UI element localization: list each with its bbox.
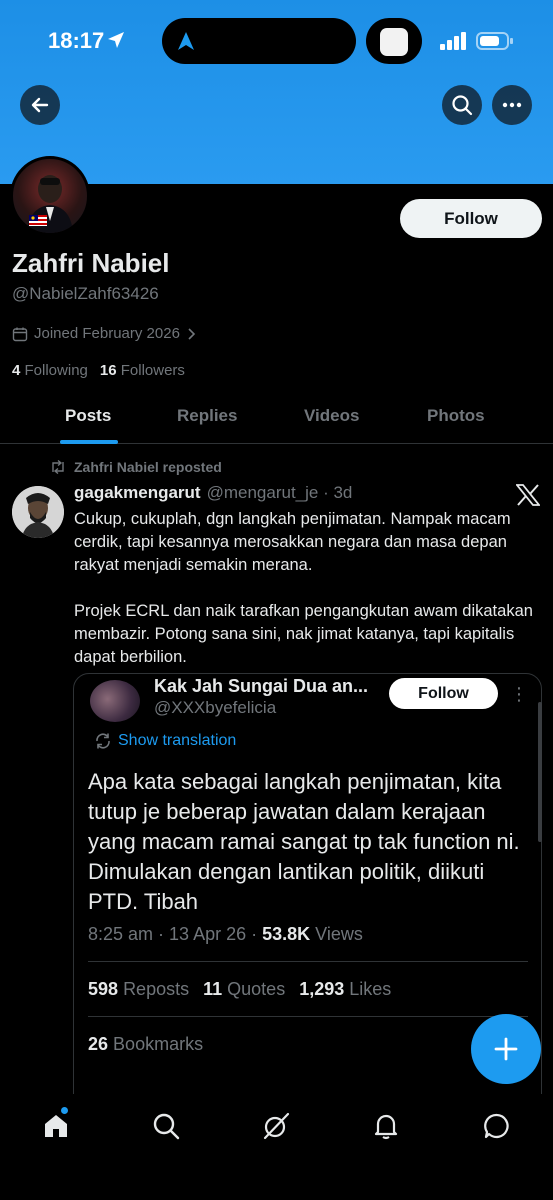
chevron-right-icon [188,327,196,340]
reposts-count: 598 [88,979,119,999]
status-bar: 18:17 [0,0,553,84]
compose-button[interactable] [471,1014,541,1084]
quoted-post-time: 8:25 am · 13 Apr 26 · [88,924,263,944]
tab-photos[interactable]: Photos [427,406,485,426]
quoted-follow-button[interactable]: Follow [389,678,498,709]
post-header: gagakmengarut @mengarut_je · 3d [74,483,352,503]
repost-icon [52,460,64,474]
grok-icon [263,1112,290,1140]
bell-icon [374,1114,398,1140]
quote-scrollbar[interactable] [538,702,542,842]
quoted-author-name[interactable]: Kak Jah Sungai Dua an... [154,676,368,697]
tab-posts[interactable]: Posts [65,406,111,426]
calendar-icon [12,327,28,341]
views-count: 53.8K [262,924,311,944]
profile-avatar[interactable] [10,156,90,236]
location-arrow-icon [108,32,124,48]
repost-indicator: Zahfri Nabiel reposted [50,459,222,475]
likes-label: Likes [349,979,392,999]
tab-videos[interactable]: Videos [304,406,359,426]
quoted-author-avatar[interactable] [90,680,140,722]
translate-icon [96,733,110,749]
quotes-stat[interactable]: 11 Quotes [203,979,285,1000]
repost-label: Zahfri Nabiel reposted [74,459,222,475]
bookmarks-count: 26 [88,1034,109,1054]
nav-search[interactable] [150,1110,182,1142]
reposts-label: Reposts [123,979,190,999]
back-button[interactable] [20,85,60,125]
signal-icon [440,32,466,50]
translation-label: Show translation [118,732,237,749]
more-icon [502,102,522,108]
profile-tabs: Posts Replies Videos Photos [0,392,553,444]
following-label: Following [24,362,88,379]
nav-notifications[interactable] [370,1110,402,1142]
quotes-count: 11 [203,979,223,999]
quoted-post-meta: 8:25 am · 13 Apr 26 · 53.8K Views [88,924,363,945]
status-time: 18:17 [48,28,105,53]
bookmarks-stat[interactable]: 26 Bookmarks [88,1034,203,1055]
search-button[interactable] [442,85,482,125]
followers-count: 16 [99,362,117,379]
notification-dot [61,1107,68,1114]
battery-icon [476,32,513,50]
followers-link[interactable]: 16 Followers [100,362,185,379]
navigation-icon [178,32,194,50]
divider [88,1016,528,1017]
reposts-stat[interactable]: 598 Reposts [88,979,189,1000]
compose-plus-icon [494,1037,518,1061]
search-icon [153,1113,180,1140]
follow-button[interactable]: Follow [400,199,542,238]
post-author-name[interactable]: gagakmengarut [74,483,201,503]
divider [88,961,528,962]
follow-stats: 4 Following 16 Followers [12,362,185,379]
views-label: Views [310,924,363,944]
bookmarks-label: Bookmarks [113,1034,204,1054]
bottom-navigation [0,1094,553,1200]
joined-date[interactable]: Joined February 2026 [12,325,196,342]
post-meta: @mengarut_je · 3d [206,483,353,502]
home-icon [45,1115,67,1137]
quotes-label: Quotes [227,979,286,999]
quoted-post-card[interactable]: Kak Jah Sungai Dua an... @XXXbyefelicia … [73,673,542,1133]
back-arrow-icon [31,97,49,113]
following-count: 4 [12,362,21,379]
more-button[interactable] [492,85,532,125]
x-logo-icon [516,484,540,506]
tab-replies[interactable]: Replies [177,406,237,426]
nav-home[interactable] [40,1110,72,1142]
joined-text: Joined February 2026 [34,325,180,342]
profile-handle: @NabielZahf63426 [12,284,159,303]
messages-icon [484,1113,509,1139]
quoted-post-body: Apa kata sebagai langkah penjimatan, kit… [88,769,520,914]
active-tab-indicator [60,440,118,444]
likes-count: 1,293 [299,979,345,999]
followers-label: Followers [120,362,185,379]
post-avatar-image [12,486,64,538]
nav-messages[interactable] [481,1110,513,1142]
show-translation-link[interactable]: Show translation [94,732,236,750]
post-body: Cukup, cukuplah, dgn langkah penjimatan.… [74,510,533,666]
quoted-more-icon[interactable]: ⋮ [510,684,528,705]
nav-grok[interactable] [260,1110,292,1142]
app-icon [380,28,408,56]
likes-stat[interactable]: 1,293 Likes [299,979,391,1000]
avatar-image [27,175,73,233]
following-link[interactable]: 4 Following [12,362,88,379]
profile-name: Zahfri Nabiel [12,248,170,278]
search-icon [452,95,473,116]
post-author-avatar[interactable] [12,486,64,538]
quoted-author-handle: @XXXbyefelicia [154,698,277,717]
engagement-counts: 598 Reposts 11 Quotes 1,293 Likes [88,979,391,1000]
